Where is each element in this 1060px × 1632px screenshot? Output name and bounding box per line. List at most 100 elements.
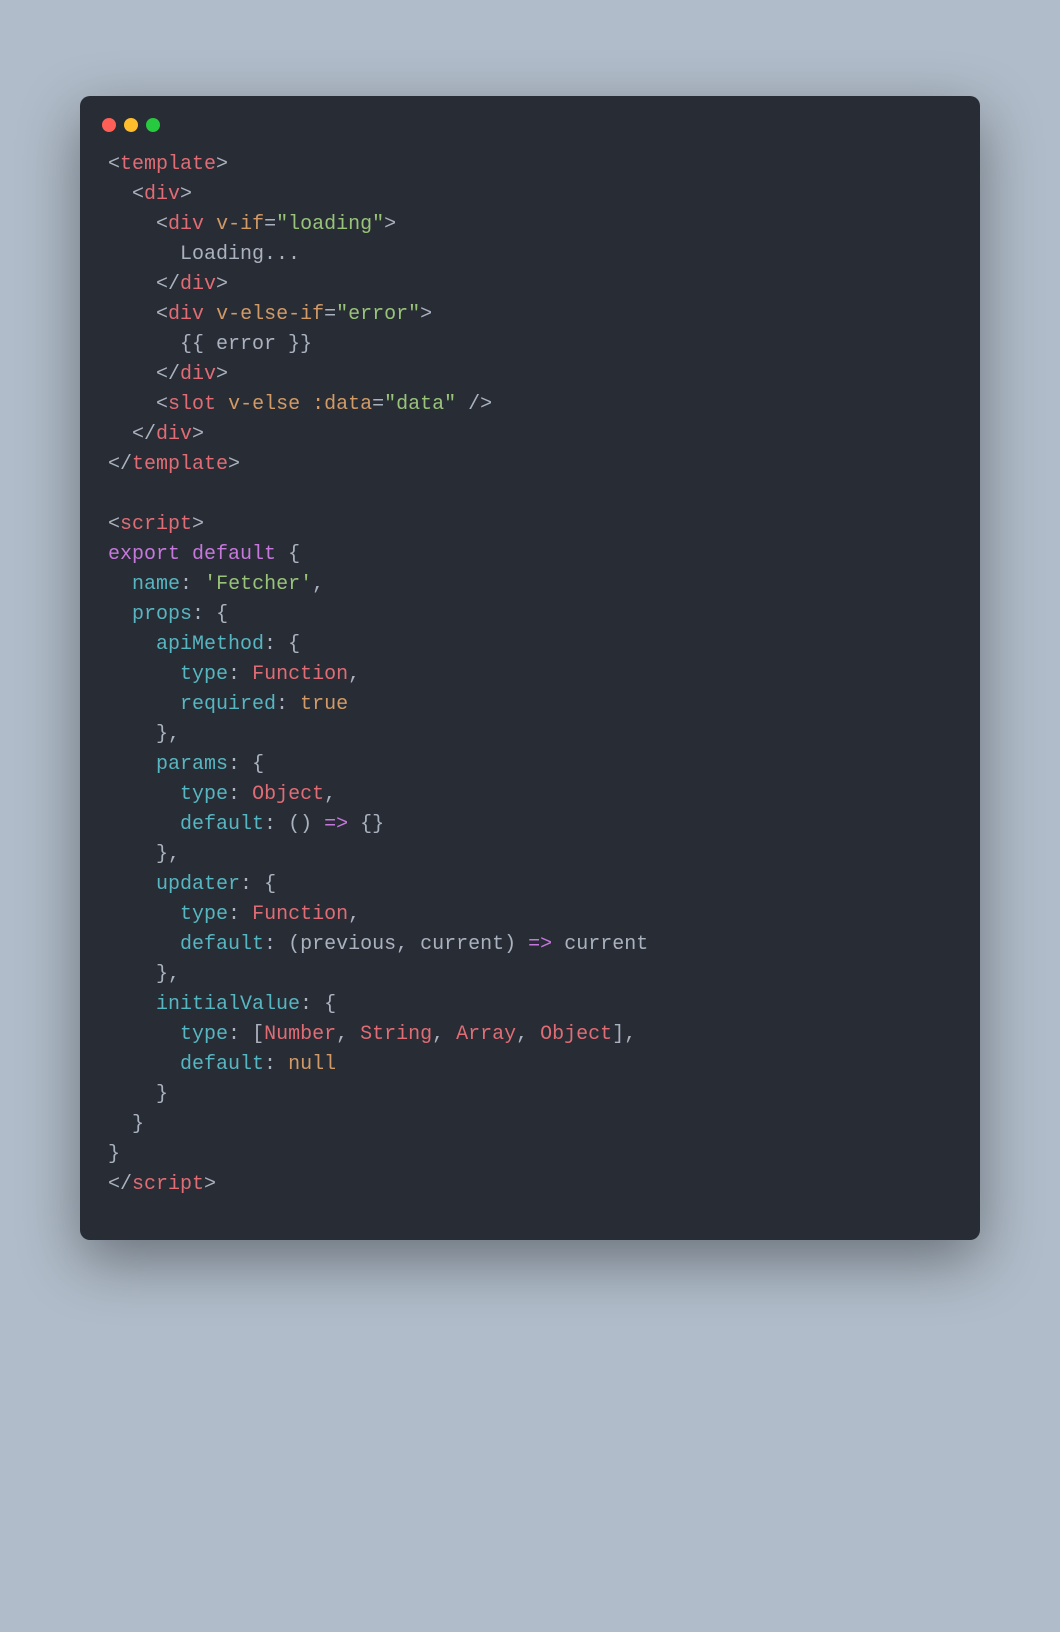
code-token bbox=[240, 753, 252, 776]
code-token: , bbox=[324, 783, 336, 806]
code-token bbox=[108, 393, 156, 416]
code-token: > bbox=[420, 303, 432, 326]
code-token: { bbox=[288, 543, 300, 566]
minimize-icon[interactable] bbox=[124, 118, 138, 132]
code-token: Function bbox=[252, 663, 348, 686]
code-token: : bbox=[228, 783, 240, 806]
code-token: , bbox=[516, 1023, 540, 1046]
code-token: script bbox=[120, 513, 192, 536]
code-token: : bbox=[264, 813, 276, 836]
code-token: v-else bbox=[228, 393, 300, 416]
code-token: v-if bbox=[216, 213, 264, 236]
code-token: null bbox=[288, 1053, 336, 1076]
code-token: } bbox=[156, 1083, 168, 1106]
code-token bbox=[276, 933, 288, 956]
code-token bbox=[312, 813, 324, 836]
code-token: Function bbox=[252, 903, 348, 926]
code-token: current bbox=[564, 933, 648, 956]
code-token: < bbox=[156, 393, 168, 416]
code-token: div bbox=[168, 303, 204, 326]
code-token: div bbox=[144, 183, 180, 206]
code-token: , bbox=[432, 1023, 456, 1046]
code-token: : bbox=[228, 663, 240, 686]
code-token bbox=[108, 723, 156, 746]
code-token: </ bbox=[156, 273, 180, 296]
code-token bbox=[312, 993, 324, 1016]
code-token: name bbox=[132, 573, 180, 596]
window-titlebar bbox=[80, 118, 980, 150]
code-token bbox=[108, 753, 156, 776]
code-token: , bbox=[168, 843, 180, 866]
code-token bbox=[108, 993, 156, 1016]
code-token bbox=[108, 213, 156, 236]
code-token: { bbox=[216, 603, 228, 626]
code-token: ], bbox=[612, 1023, 636, 1046]
code-token bbox=[108, 183, 132, 206]
code-token bbox=[108, 873, 156, 896]
code-token: > bbox=[228, 453, 240, 476]
code-token bbox=[240, 783, 252, 806]
code-token bbox=[108, 843, 156, 866]
close-icon[interactable] bbox=[102, 118, 116, 132]
code-token: : bbox=[264, 933, 276, 956]
code-token: } bbox=[156, 843, 168, 866]
code-token: > bbox=[204, 1173, 216, 1196]
code-token: : bbox=[228, 753, 240, 776]
code-token: , bbox=[336, 1023, 360, 1046]
code-token: = bbox=[372, 393, 384, 416]
code-token: Loading... bbox=[108, 243, 300, 266]
code-token: [ bbox=[252, 1023, 264, 1046]
code-token: < bbox=[156, 213, 168, 236]
code-token: , bbox=[396, 933, 420, 956]
code-token: type bbox=[180, 783, 228, 806]
code-token bbox=[348, 813, 360, 836]
code-token bbox=[204, 213, 216, 236]
code-token: : bbox=[240, 873, 252, 896]
code-token: } bbox=[132, 1113, 144, 1136]
code-token bbox=[180, 543, 192, 566]
code-token bbox=[204, 303, 216, 326]
code-token: default bbox=[180, 1053, 264, 1076]
code-token: </ bbox=[132, 423, 156, 446]
code-token bbox=[108, 693, 180, 716]
code-token: true bbox=[300, 693, 348, 716]
code-token bbox=[108, 963, 156, 986]
code-token: div bbox=[156, 423, 192, 446]
code-token: String bbox=[360, 1023, 432, 1046]
code-token: template bbox=[120, 153, 216, 176]
code-token: /> bbox=[468, 393, 492, 416]
code-token: params bbox=[156, 753, 228, 776]
code-token bbox=[276, 1053, 288, 1076]
code-token bbox=[276, 633, 288, 656]
code-token: type bbox=[180, 903, 228, 926]
code-token: > bbox=[180, 183, 192, 206]
code-token: type bbox=[180, 1023, 228, 1046]
code-token: :data bbox=[312, 393, 372, 416]
code-token: template bbox=[132, 453, 228, 476]
code-token bbox=[108, 363, 156, 386]
code-token: { bbox=[324, 993, 336, 1016]
maximize-icon[interactable] bbox=[146, 118, 160, 132]
code-token bbox=[108, 933, 180, 956]
code-token bbox=[240, 903, 252, 926]
code-token: : bbox=[264, 633, 276, 656]
code-token: = bbox=[324, 303, 336, 326]
code-token bbox=[108, 903, 180, 926]
code-token: required bbox=[180, 693, 276, 716]
code-token: > bbox=[192, 423, 204, 446]
code-token: current bbox=[420, 933, 504, 956]
code-token: < bbox=[156, 303, 168, 326]
code-token: Object bbox=[540, 1023, 612, 1046]
code-token: } bbox=[156, 963, 168, 986]
code-token: Number bbox=[264, 1023, 336, 1046]
code-token: : bbox=[300, 993, 312, 1016]
code-token bbox=[108, 573, 132, 596]
code-token bbox=[192, 573, 204, 596]
code-token bbox=[276, 813, 288, 836]
code-token bbox=[240, 663, 252, 686]
code-token: , bbox=[312, 573, 324, 596]
code-token: v-else-if bbox=[216, 303, 324, 326]
code-token bbox=[108, 783, 180, 806]
code-token: type bbox=[180, 663, 228, 686]
code-token bbox=[288, 693, 300, 716]
